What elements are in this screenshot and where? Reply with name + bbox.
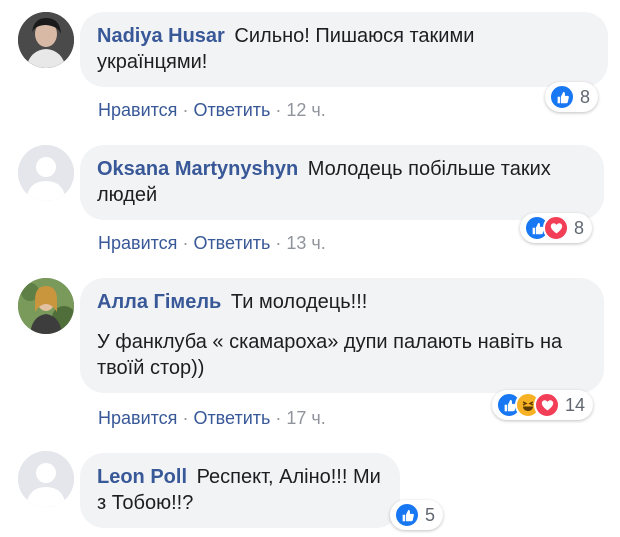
avatar[interactable] bbox=[18, 145, 74, 201]
reaction-summary[interactable]: 8 bbox=[520, 213, 593, 243]
like-button[interactable]: Нравится bbox=[98, 100, 177, 120]
like-icon bbox=[394, 502, 420, 528]
reply-button[interactable]: Ответить bbox=[193, 100, 270, 120]
user-photo-icon bbox=[18, 12, 74, 68]
reaction-summary[interactable]: 5 bbox=[390, 500, 444, 530]
love-icon bbox=[534, 392, 560, 418]
comment-time[interactable]: 12 ч. bbox=[286, 100, 325, 120]
reaction-count: 8 bbox=[580, 86, 591, 107]
default-avatar-icon bbox=[18, 145, 74, 201]
love-icon bbox=[543, 215, 569, 241]
comment-bubble: Leon Poll Респект, Аліно!!! Ми з Тобою!!… bbox=[80, 453, 400, 528]
reaction-count: 8 bbox=[574, 217, 585, 238]
user-photo-icon bbox=[18, 278, 74, 334]
avatar[interactable] bbox=[18, 451, 74, 507]
avatar[interactable] bbox=[18, 12, 74, 68]
comment-author[interactable]: Nadiya Husar bbox=[97, 25, 225, 47]
comment-author[interactable]: Oksana Martynyshyn bbox=[97, 158, 298, 180]
default-avatar-icon bbox=[18, 451, 74, 507]
comment-actions: Нравится · Ответить · 12 ч. bbox=[98, 100, 326, 120]
like-icon bbox=[549, 84, 575, 110]
comment-text: Ти молодець!!! bbox=[230, 291, 368, 313]
avatar[interactable] bbox=[18, 278, 74, 334]
comment-bubble: Алла Гімель Ти молодець!!! У фанклуба « … bbox=[80, 278, 604, 393]
comment-time[interactable]: 13 ч. bbox=[286, 233, 325, 253]
comment-author[interactable]: Алла Гімель bbox=[97, 291, 221, 313]
reply-button[interactable]: Ответить bbox=[193, 408, 270, 428]
like-button[interactable]: Нравится bbox=[98, 408, 177, 428]
comment-actions: Нравится · Ответить · 13 ч. bbox=[98, 233, 326, 253]
reaction-count: 5 bbox=[425, 504, 436, 525]
comment-bubble: Nadiya Husar Сильно! Пишаюся такими укра… bbox=[80, 12, 608, 87]
comment-actions: Нравится · Ответить · 17 ч. bbox=[98, 408, 326, 428]
reply-button[interactable]: Ответить bbox=[193, 233, 270, 253]
comment-bubble: Oksana Martynyshyn Молодець побільше так… bbox=[80, 145, 604, 220]
reaction-summary[interactable]: 14 bbox=[492, 390, 594, 420]
reaction-summary[interactable]: 8 bbox=[545, 82, 599, 112]
reaction-count: 14 bbox=[565, 394, 586, 415]
comment-author[interactable]: Leon Poll bbox=[97, 466, 187, 488]
like-button[interactable]: Нравится bbox=[98, 233, 177, 253]
comment-time[interactable]: 17 ч. bbox=[286, 408, 325, 428]
comment-text-paragraph: У фанклуба « скамароха» дупи палають нав… bbox=[97, 331, 563, 379]
